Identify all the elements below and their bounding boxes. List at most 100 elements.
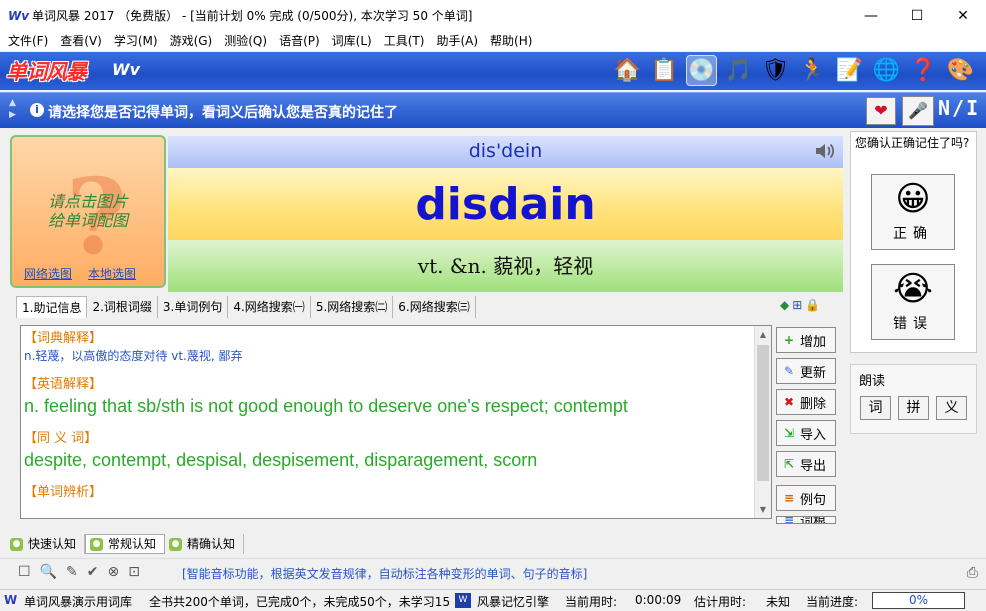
correct-label: 正确 [893, 226, 933, 242]
export-button[interactable]: ⇱ 导出 [776, 451, 836, 477]
cognition-icon: ● [10, 537, 23, 551]
menu-study[interactable]: 学习(M) [108, 31, 164, 51]
confirm-question: 您确认正确记住了吗? [855, 136, 970, 150]
export-icon: ⇱ [783, 457, 795, 471]
tab-roots[interactable]: 2.词根词缀 [87, 296, 158, 318]
add-button[interactable]: + 增加 [776, 327, 836, 353]
crying-face-icon: 😭 [893, 269, 933, 309]
favorite-heart-button[interactable]: ❤ [866, 97, 896, 125]
menu-view[interactable]: 查看(V) [54, 31, 108, 51]
menu-voice[interactable]: 语音(P) [273, 31, 326, 51]
progress-bar: 0% [872, 592, 965, 609]
content-scrollbar[interactable]: ▲ ▼ [754, 326, 771, 518]
scroll-thumb[interactable] [757, 345, 769, 481]
cognition-icon: ● [90, 537, 104, 551]
tab-quick-cognition[interactable]: ● 快速认知 [6, 534, 86, 554]
print-icon[interactable]: ⎙ [967, 565, 978, 581]
menu-quiz[interactable]: 测验(Q) [218, 31, 273, 51]
toolbar-icons: 🏠 📋 💿 🎵 🛡 🏃 📝 🌐 ❓ 🎨 [612, 55, 976, 86]
read-meaning-button[interactable]: 义 [936, 396, 967, 420]
tab-memory-info[interactable]: 1.助记信息 [16, 296, 88, 318]
minimize-button[interactable]: — [848, 0, 894, 31]
status-library: 单词风暴演示用词库 [24, 595, 133, 609]
disc-icon[interactable]: 💿 [686, 55, 717, 86]
example-button[interactable]: ≡ 例句 [776, 485, 836, 511]
music-icon[interactable]: 🎵 [723, 55, 754, 86]
check-icon[interactable]: ✔ [87, 564, 99, 580]
close-button[interactable]: ✕ [940, 0, 986, 31]
plus-icon: + [783, 333, 795, 347]
scroll-down-icon[interactable]: ▼ [755, 501, 771, 518]
tag-icon[interactable]: ◆ [780, 298, 789, 312]
home-icon[interactable]: 🏠 [612, 55, 643, 86]
phonetic-text: dis'dein [468, 140, 543, 162]
maximize-button[interactable]: ☐ [894, 0, 940, 31]
instruction-bar: ▲ ▶ i 请选择您是否记得单词，看词义后确认您是否真的记住了 ❤ 🎤 N/I [0, 92, 986, 128]
status-engine: 风暴记忆引擎 [477, 595, 550, 609]
lock-icon[interactable]: 🔒 [805, 298, 820, 312]
synonyms-title: 【同 义 词】 [24, 431, 98, 446]
root-button[interactable]: ≡ 词根 [776, 516, 836, 524]
read-aloud-panel: 朗读 词 拼 义 [850, 364, 977, 434]
shield-icon[interactable]: 🛡 [760, 55, 791, 86]
tab-tools: ◆ ⊞ 🔒 [780, 298, 820, 312]
web-image-link[interactable]: 网络选图 [24, 265, 72, 282]
speaker-icon[interactable] [813, 139, 837, 163]
checkbox-icon[interactable]: ☐ [18, 564, 31, 580]
tab-regular-cognition[interactable]: ● 常规认知 [85, 534, 166, 554]
tab-precise-cognition[interactable]: ● 精确认知 [165, 534, 245, 554]
tab-examples[interactable]: 3.单词例句 [158, 296, 229, 318]
discrimination-title: 【单词辨析】 [24, 485, 103, 500]
cancel-icon[interactable]: ⊗ [107, 564, 119, 580]
tab-web-search-2[interactable]: 5.网络搜索㈡ [311, 296, 394, 318]
read-spelling-button[interactable]: 拼 [898, 396, 929, 420]
list-icon[interactable]: 📋 [649, 55, 680, 86]
palette-icon[interactable]: 🎨 [945, 55, 976, 86]
tab-web-search-3[interactable]: 6.网络搜索㈢ [393, 296, 476, 318]
tab-web-search-1[interactable]: 4.网络搜索㈠ [228, 296, 311, 318]
definition-band: vt. &n. 藐视，轻视 [168, 240, 843, 292]
time-value: 0:00:09 [635, 593, 682, 607]
read-word-button[interactable]: 词 [860, 396, 891, 420]
english-title: 【英语解释】 [24, 377, 103, 392]
microphone-button[interactable]: 🎤 [902, 96, 934, 126]
correct-button[interactable]: 😀 正确 [871, 174, 955, 250]
menu-library[interactable]: 词库(L) [326, 31, 378, 51]
help-icon[interactable]: ❓ [908, 55, 939, 86]
status-bar: W 单词风暴演示用词库 全书共200个单词，已完成0个，未完成50个，未学习15… [0, 589, 986, 611]
estimate-value: 未知 [766, 595, 791, 609]
tip-text: [智能音标功能，根据英文发音规律，自动标注各种变形的单词、句子的音标] [182, 567, 588, 581]
search-icon[interactable]: 🔍 [40, 564, 57, 580]
window-title: 单词风暴 2017 （免费版） - [当前计划 0% 完成 (0/500分), … [32, 9, 473, 23]
import-button[interactable]: ⇲ 导入 [776, 420, 836, 446]
document-icon: ≡ [783, 516, 795, 524]
read-aloud-title: 朗读 [859, 374, 886, 389]
add-page-icon[interactable]: ⊞ [792, 298, 802, 312]
engine-icon: W [455, 593, 471, 608]
menu-game[interactable]: 游戏(G) [164, 31, 219, 51]
scroll-up-icon[interactable]: ▲ [755, 326, 771, 343]
mode-indicator[interactable]: N/I [938, 96, 980, 120]
menu-assistant[interactable]: 助手(A) [430, 31, 484, 51]
pencil-icon[interactable]: ✎ [66, 564, 78, 580]
word-band: disdain [168, 168, 843, 240]
memory-info-panel[interactable]: 【词典解释】 n.轻蔑，以高傲的态度对待 vt.蔑视, 鄙弃 【英语解释】 n.… [20, 325, 772, 519]
title-bar: Wv 单词风暴 2017 （免费版） - [当前计划 0% 完成 (0/500分… [0, 0, 986, 31]
menu-help[interactable]: 帮助(H) [484, 31, 538, 51]
expand-arrows-icon[interactable]: ▲ ▶ [9, 97, 16, 121]
local-image-link[interactable]: 本地选图 [88, 265, 136, 282]
word-picture-box[interactable]: ? 请点击图片 给单词配图 网络选图 本地选图 [10, 135, 166, 288]
synonyms-text: despite, contempt, despisal, despisement… [24, 450, 538, 470]
menu-file[interactable]: 文件(F) [2, 31, 54, 51]
edit-icon: ✎ [783, 364, 795, 378]
bookmark-icon[interactable]: ⊡ [128, 564, 140, 580]
runner-icon[interactable]: 🏃 [797, 55, 828, 86]
globe-icon[interactable]: 🌐 [871, 55, 902, 86]
menu-tools[interactable]: 工具(T) [378, 31, 431, 51]
logo-mark: Wv [112, 60, 141, 79]
delete-button[interactable]: ✖ 删除 [776, 389, 836, 415]
picture-links: 网络选图 本地选图 [24, 265, 136, 282]
update-button[interactable]: ✎ 更新 [776, 358, 836, 384]
checklist-icon[interactable]: 📝 [834, 55, 865, 86]
wrong-button[interactable]: 😭 错误 [871, 264, 955, 340]
